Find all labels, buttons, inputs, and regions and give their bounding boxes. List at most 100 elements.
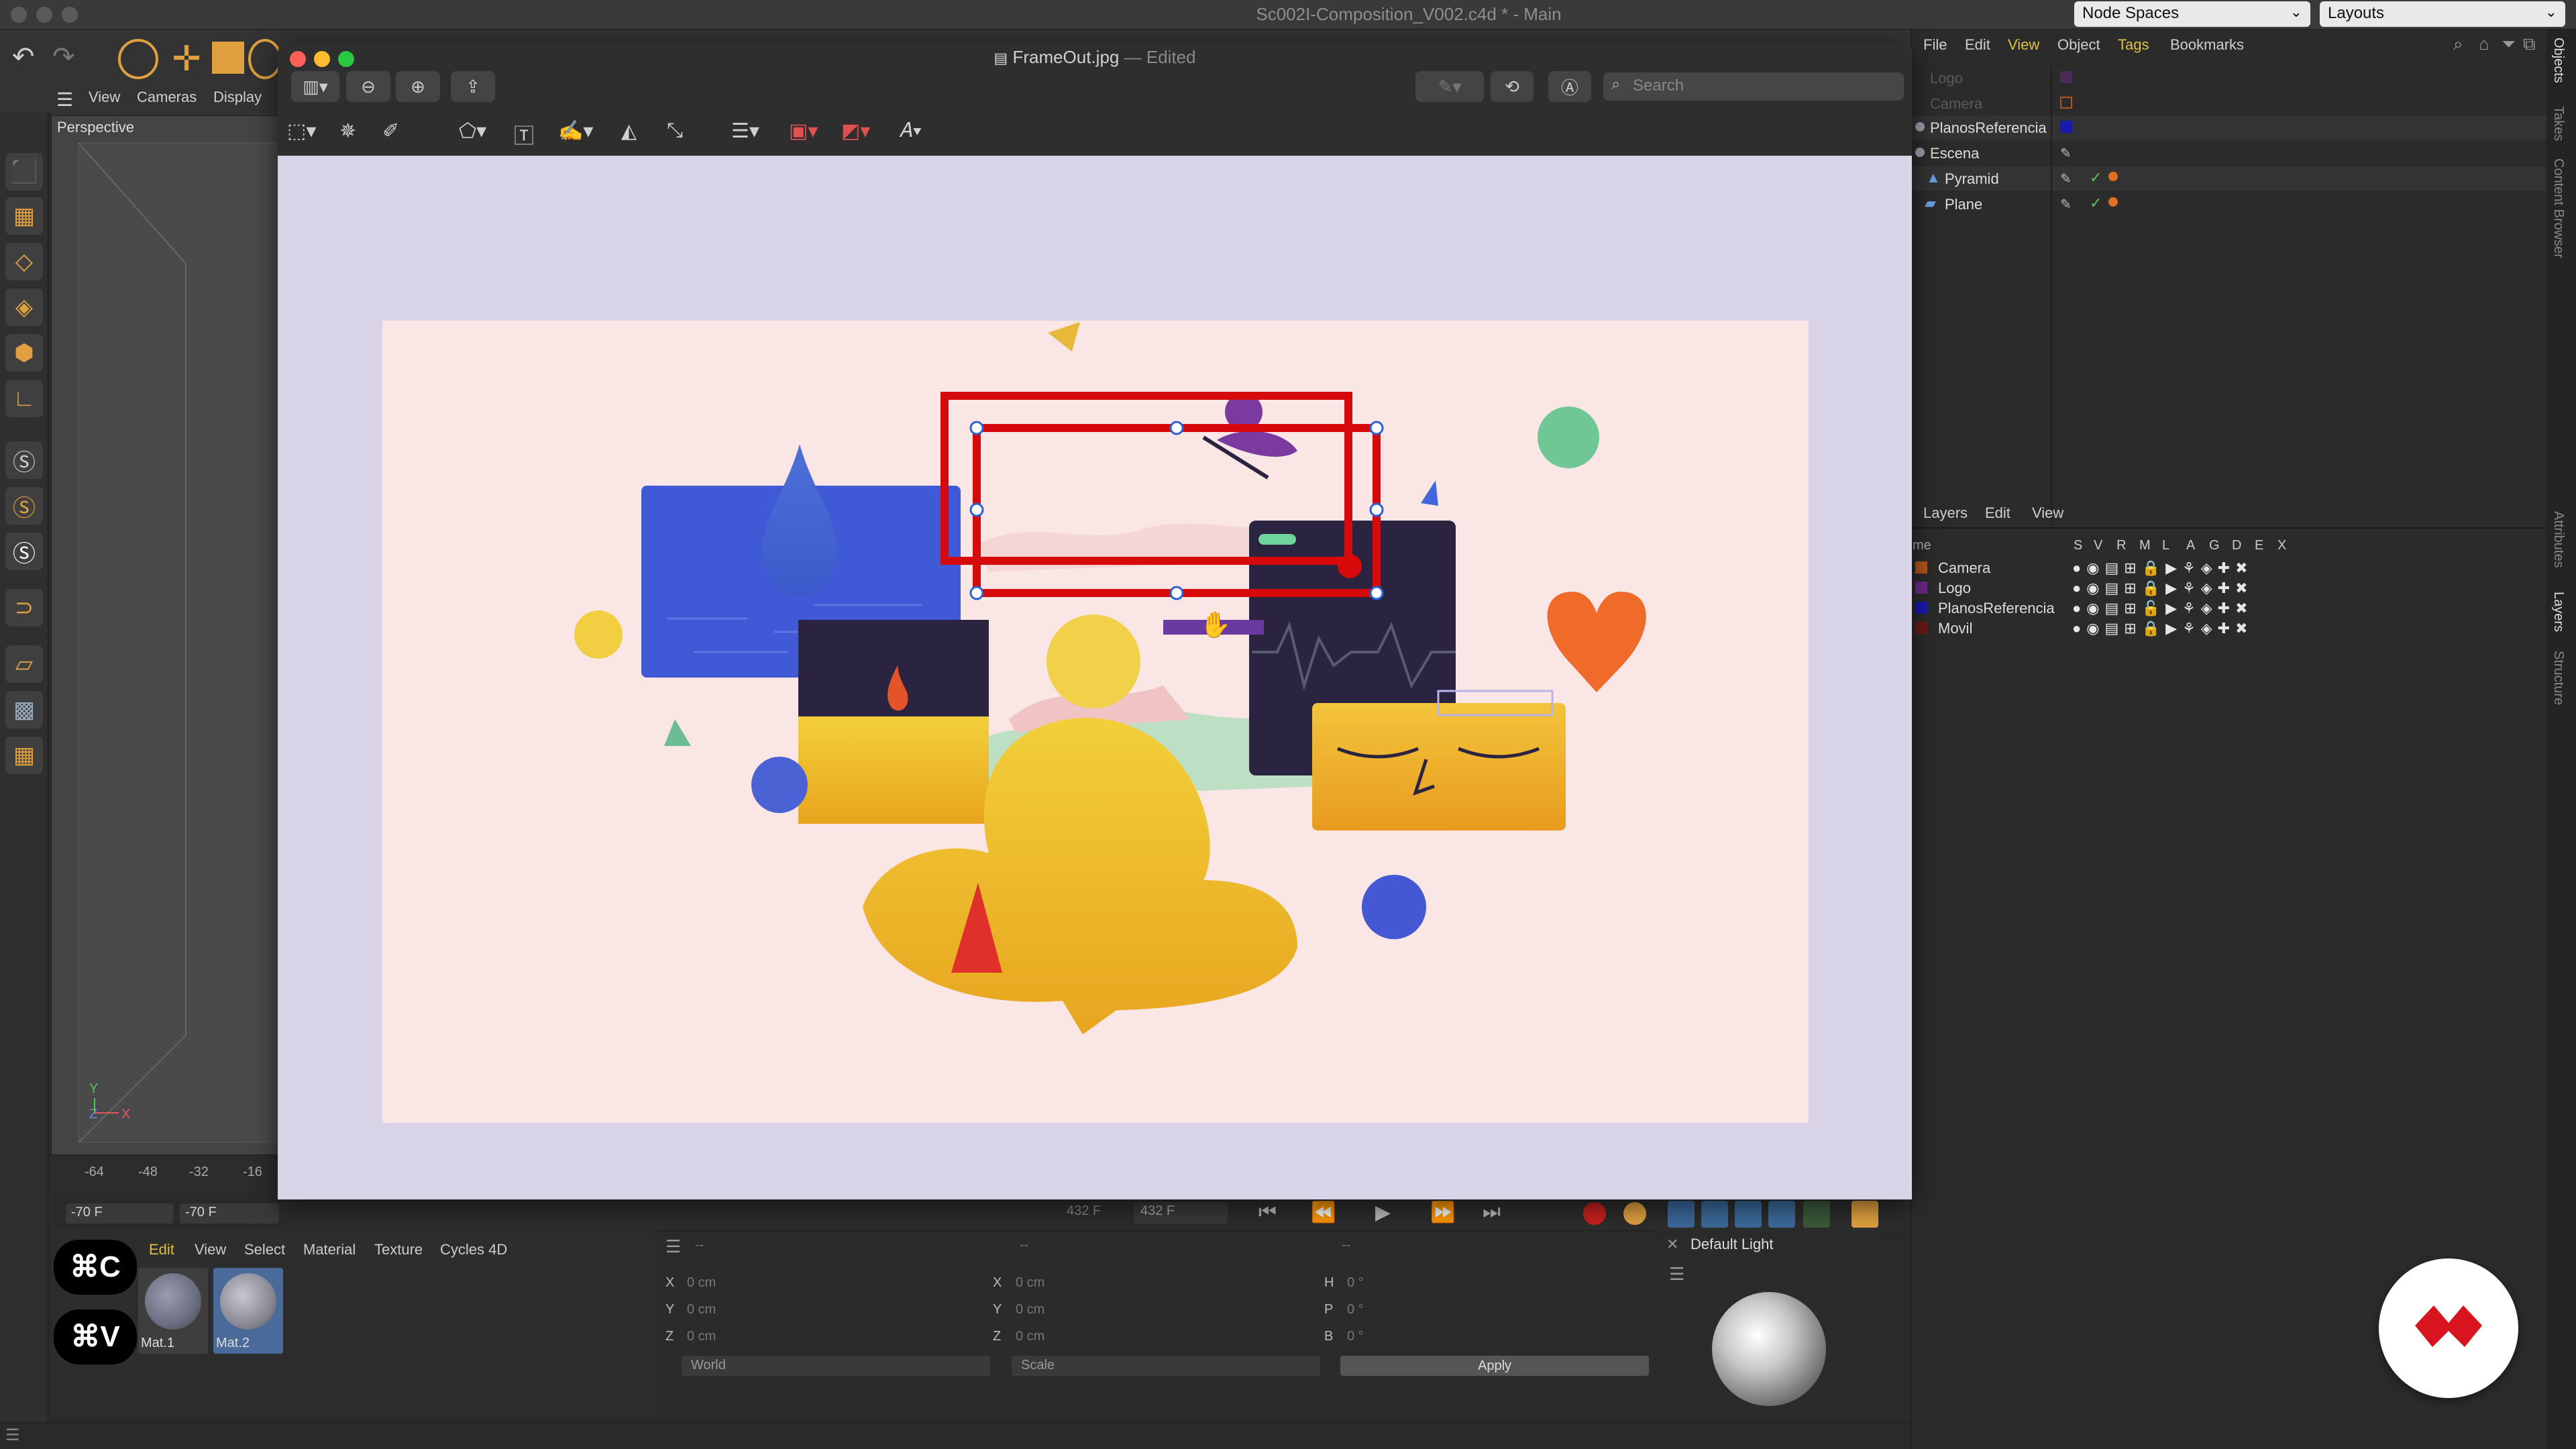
frame-current-field[interactable]: -70 F <box>180 1203 279 1224</box>
markup-button[interactable]: Ⓐ <box>1548 71 1591 102</box>
layer-color-swatch[interactable] <box>1915 561 1927 574</box>
search-icon[interactable]: ⌕ <box>2453 34 2463 55</box>
sign-icon[interactable]: ✍▾ <box>558 119 593 143</box>
layers-menu-view[interactable]: View <box>2032 504 2063 522</box>
autokey-icon[interactable] <box>1623 1202 1646 1225</box>
scale-tool-icon[interactable] <box>212 42 244 74</box>
layer-row-camera[interactable]: Camera ●◉▤⊞🔒▶⚘◈✚✖ <box>1911 558 2547 578</box>
hamburger-menu-icon[interactable]: ☰ <box>5 1426 20 1445</box>
viewport-menu-cameras[interactable]: Cameras <box>137 89 197 106</box>
zoom-out-button[interactable]: ⊖ <box>346 71 390 102</box>
undo-icon[interactable]: ↶ <box>12 42 48 78</box>
layer-toggle-icons[interactable]: ●◉▤⊞🔒▶⚘◈✚✖ <box>2072 559 2253 577</box>
object-row-plane[interactable]: ▰ Plane ✎ ✓ <box>1911 192 2547 216</box>
rect-selection-icon[interactable]: ⬚▾ <box>287 119 316 143</box>
layers-menu-edit[interactable]: Edit <box>1985 504 2010 522</box>
objects-menu-tags[interactable]: Tags <box>2118 36 2149 54</box>
coord-mode-dropdown[interactable]: Scale <box>1012 1356 1320 1376</box>
grid-icon[interactable]: ▩ <box>5 691 43 729</box>
coord-rotation-p[interactable]: 0 ° <box>1347 1302 1364 1318</box>
objects-menu-view[interactable]: View <box>2008 36 2039 54</box>
apply-button[interactable]: Apply <box>1340 1356 1649 1376</box>
checker-cube-icon[interactable]: ▦ <box>5 197 43 235</box>
objects-menu-edit[interactable]: Edit <box>1965 36 1990 54</box>
side-tab-structure[interactable]: Structure <box>2551 651 2566 705</box>
snap-icon[interactable]: Ⓢ <box>5 441 43 479</box>
go-to-end-icon[interactable]: ⏭ <box>1483 1201 1501 1224</box>
axis-tool-icon[interactable]: ∟ <box>5 380 43 417</box>
instant-alpha-icon[interactable]: ✵ <box>339 119 356 143</box>
layer-row-movil[interactable]: Movil ●◉▤⊞🔒▶⚘◈✚✖ <box>1911 619 2547 639</box>
layer-color-swatch[interactable] <box>1915 622 1927 634</box>
viewport-menu-display[interactable]: Display <box>213 89 262 106</box>
home-icon[interactable]: ⌂ <box>2479 34 2489 54</box>
search-input[interactable]: ⌕ Search <box>1603 72 1904 101</box>
objects-menu-bookmarks[interactable]: Bookmarks <box>2170 36 2244 54</box>
objects-menu-object[interactable]: Object <box>2057 36 2100 54</box>
node-spaces-dropdown[interactable]: Node Spaces ⌄ <box>2074 1 2310 27</box>
keyframe-param-icon[interactable] <box>1768 1201 1795 1228</box>
hamburger-menu-icon[interactable]: ☰ <box>665 1236 681 1257</box>
light-preview-sphere[interactable] <box>1712 1292 1826 1406</box>
polygons-mode-icon[interactable]: ⬢ <box>5 334 43 372</box>
shape-style-icon[interactable]: ☰▾ <box>731 119 759 143</box>
material-menu-select[interactable]: Select <box>244 1241 285 1258</box>
cube-primitive-icon[interactable]: ⬛ <box>5 153 43 191</box>
layer-toggle-icons[interactable]: ●◉▤⊞🔓▶⚘◈✚✖ <box>2072 600 2253 617</box>
coord-position-z[interactable]: 0 cm <box>687 1329 716 1344</box>
redo-icon[interactable]: ↷ <box>52 42 89 78</box>
layer-row-planos-referencia[interactable]: PlanosReferencia ●◉▤⊞🔓▶⚘◈✚✖ <box>1911 598 2547 619</box>
move-tool-icon[interactable]: ✛ <box>166 39 207 79</box>
perspective-viewport[interactable]: Perspective Y X Z <box>51 115 280 1155</box>
fill-color-icon[interactable]: ◩▾ <box>841 119 870 143</box>
select-tool-icon[interactable] <box>118 39 158 79</box>
side-tab-content-browser[interactable]: Content Browser <box>2551 158 2566 258</box>
points-mode-icon[interactable]: ◇ <box>5 243 43 280</box>
coord-position-x[interactable]: 0 cm <box>687 1275 716 1291</box>
shapes-icon[interactable]: ⬠▾ <box>459 119 486 143</box>
object-row-planos-referencia[interactable]: PlanosReferencia <box>1911 115 2547 140</box>
filter-icon[interactable]: ⏷ <box>2502 34 2516 55</box>
hamburger-menu-icon[interactable]: ☰ <box>1669 1264 1684 1285</box>
timeline-menu-icon[interactable] <box>1851 1201 1878 1228</box>
workplane-icon[interactable]: ▱ <box>5 645 43 683</box>
coord-position-y[interactable]: 0 cm <box>687 1302 716 1318</box>
highlight-button[interactable]: ✎▾ <box>1415 71 1484 102</box>
rotate-tool-icon[interactable] <box>248 39 282 79</box>
layer-toggle-icons[interactable]: ●◉▤⊞🔒▶⚘◈✚✖ <box>2072 580 2253 597</box>
material-tag-icon[interactable] <box>2108 197 2118 207</box>
previous-keyframe-icon[interactable]: ⏪ <box>1311 1201 1336 1224</box>
viewport-menu-view[interactable]: View <box>89 89 120 106</box>
zoom-in-button[interactable]: ⊕ <box>396 71 440 102</box>
coord-rotation-b[interactable]: 0 ° <box>1347 1329 1364 1344</box>
keyframe-pla-icon[interactable] <box>1803 1201 1830 1228</box>
frame-start-field[interactable]: -70 F <box>66 1203 173 1224</box>
material-swatch-mat2[interactable]: Mat.2 <box>213 1268 283 1354</box>
material-menu-texture[interactable]: Texture <box>374 1241 423 1258</box>
material-menu-material[interactable]: Material <box>303 1241 356 1258</box>
adjust-size-icon[interactable]: ⤡ <box>667 119 683 142</box>
objects-menu-file[interactable]: File <box>1923 36 1947 54</box>
close-icon[interactable]: ✕ <box>1666 1236 1678 1253</box>
material-menu-edit[interactable]: Edit <box>149 1241 174 1258</box>
frame-end-field[interactable]: 432 F <box>1134 1202 1228 1224</box>
side-tab-layers[interactable]: Layers <box>2551 592 2566 632</box>
zoom-window-button[interactable] <box>62 7 78 23</box>
record-icon[interactable] <box>1583 1202 1606 1225</box>
coord-scale-x[interactable]: 0 cm <box>1016 1275 1044 1291</box>
play-icon[interactable]: ▶ <box>1375 1201 1391 1224</box>
checkmark-icon[interactable]: ✓ <box>2090 169 2102 186</box>
keyframe-scale-icon[interactable] <box>1701 1201 1728 1228</box>
material-menu-cycles[interactable]: Cycles 4D <box>440 1241 507 1258</box>
edges-mode-icon[interactable]: ◈ <box>5 288 43 326</box>
layers-menu-layers[interactable]: Layers <box>1923 504 1968 522</box>
material-swatch-mat1[interactable]: Mat.1 <box>138 1268 208 1354</box>
side-tab-takes[interactable]: Takes <box>2551 106 2566 141</box>
close-window-button[interactable] <box>11 7 27 23</box>
object-row-pyramid[interactable]: ▲ Pyramid ✎ ✓ <box>1911 166 2547 191</box>
material-tag-icon[interactable] <box>2108 172 2118 181</box>
minimize-window-button[interactable] <box>36 7 52 23</box>
sketch-icon[interactable]: ✐ <box>382 119 399 143</box>
side-tab-attributes[interactable]: Attributes <box>2551 511 2566 568</box>
layer-row-logo[interactable]: Logo ●◉▤⊞🔒▶⚘◈✚✖ <box>1911 578 2547 598</box>
